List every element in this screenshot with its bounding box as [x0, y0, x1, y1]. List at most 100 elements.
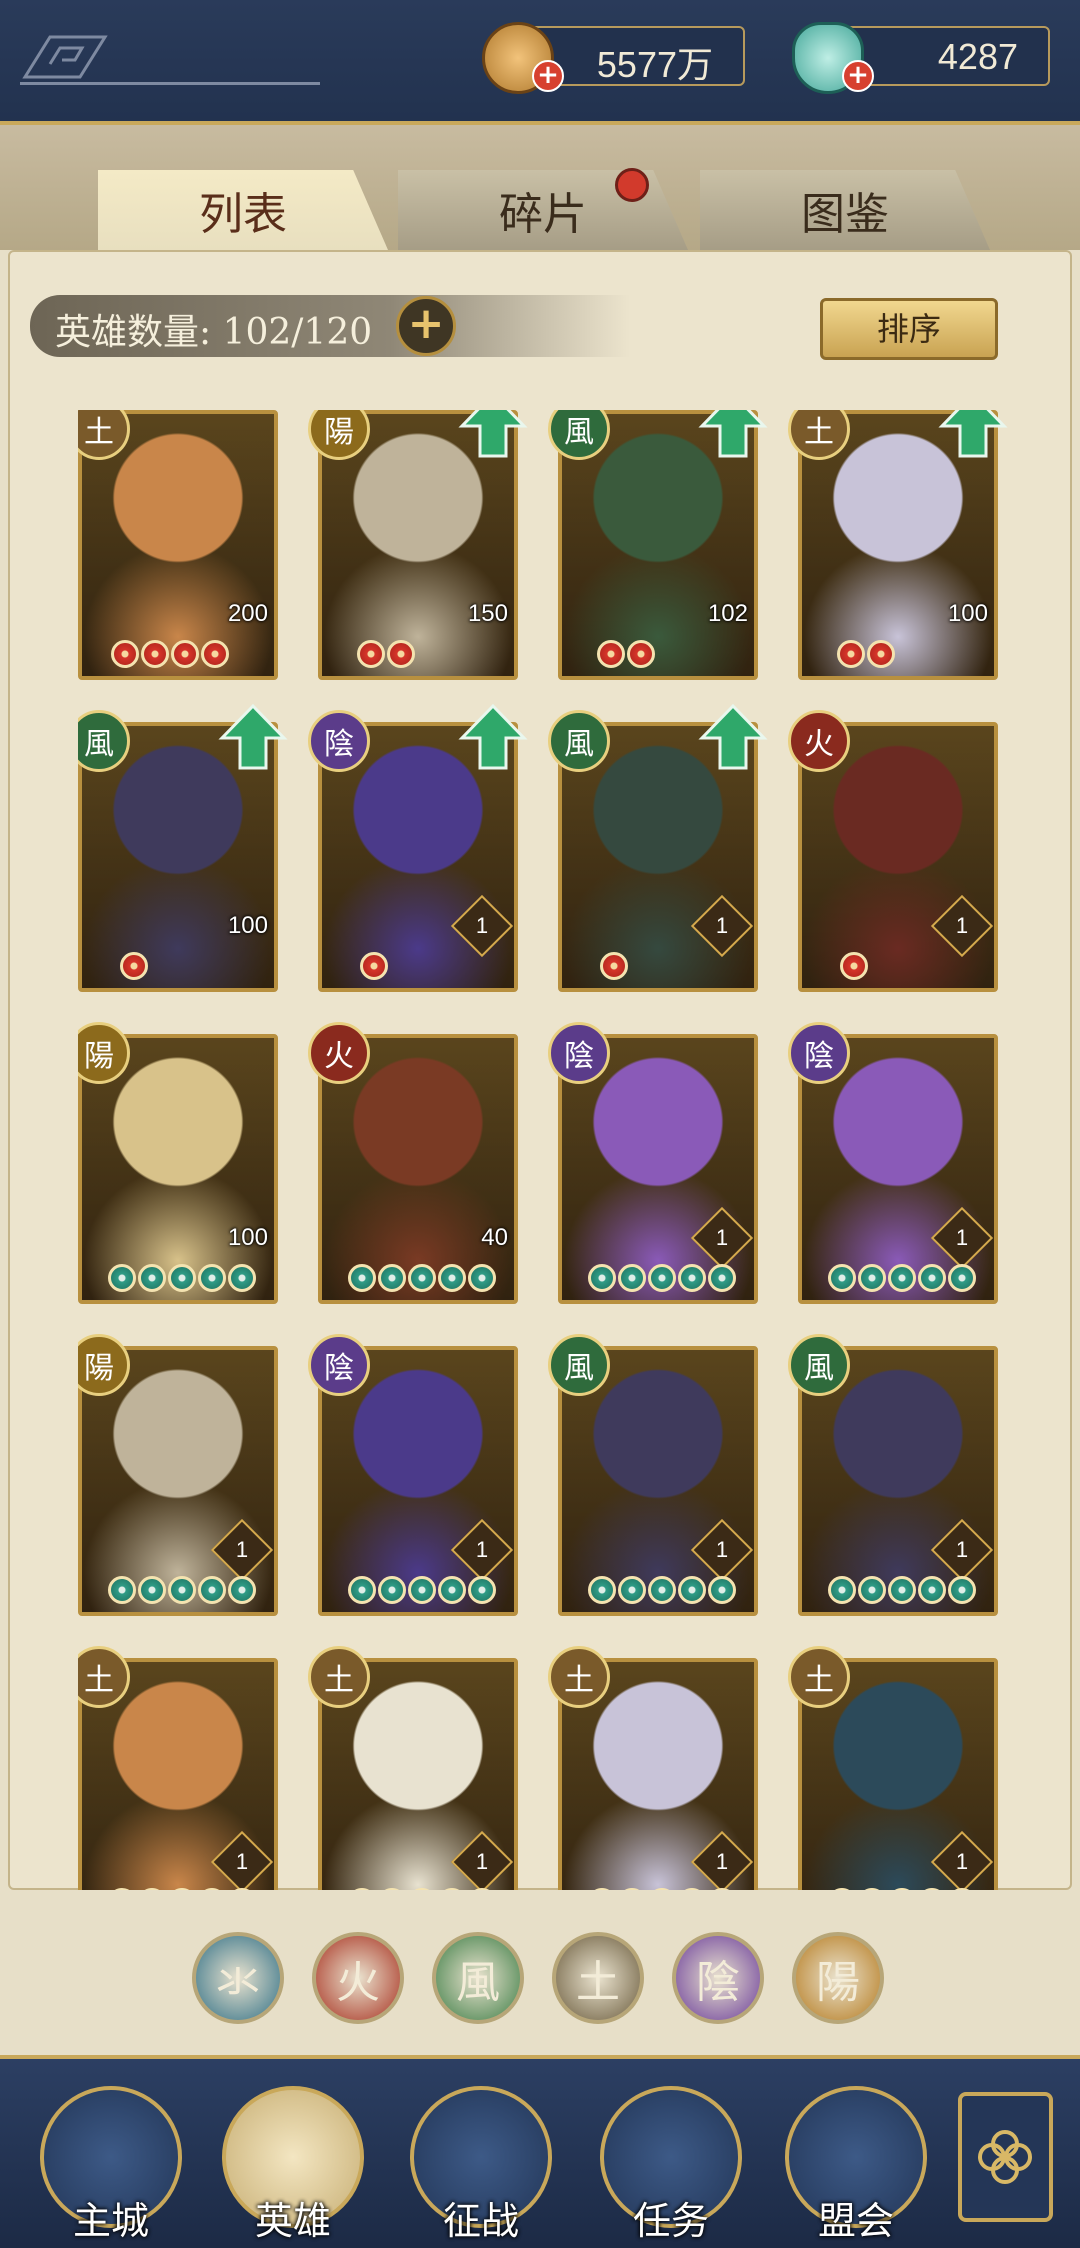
hero-stars — [588, 1264, 736, 1292]
star-icon — [168, 1576, 196, 1604]
star-icon — [171, 640, 199, 668]
notification-dot — [615, 168, 649, 202]
star-icon — [378, 1888, 406, 1890]
star-icon — [168, 1888, 196, 1890]
more-menu-button[interactable] — [958, 2092, 1053, 2222]
tab-fragments-label: 碎片 — [499, 189, 587, 240]
clover-icon — [978, 2130, 1032, 2184]
star-icon — [348, 1888, 376, 1890]
element-badge: 陰 — [548, 1022, 610, 1084]
star-icon — [438, 1576, 466, 1604]
star-icon — [948, 1576, 976, 1604]
star-icon — [138, 1888, 166, 1890]
element-filter-button[interactable]: 土 — [552, 1932, 644, 2024]
add-jade-button[interactable]: + — [842, 60, 874, 92]
hero-level: 1 — [955, 913, 969, 938]
hero-level: 200 — [227, 600, 268, 627]
hero-level: 100 — [947, 600, 988, 627]
element-badge: 風 — [788, 1334, 850, 1396]
hero-stars — [828, 1576, 976, 1604]
tab-codex[interactable]: 图鉴 — [700, 170, 990, 250]
star-icon — [678, 1888, 706, 1890]
element-filter-button[interactable]: 火 — [312, 1932, 404, 2024]
hero-level: 1 — [235, 1849, 249, 1874]
star-icon — [357, 640, 385, 668]
star-icon — [678, 1264, 706, 1292]
star-icon — [828, 1888, 856, 1890]
element-badge: 土 — [548, 1646, 610, 1708]
star-icon — [888, 1576, 916, 1604]
nav-label: 盟会 — [817, 2199, 894, 2243]
hero-count-label: 英雄数量: 102/120 — [55, 312, 373, 353]
star-icon — [468, 1576, 496, 1604]
menu-emblem-icon[interactable] — [20, 32, 110, 82]
hero-stars — [600, 952, 628, 980]
hero-level: 1 — [715, 1849, 729, 1874]
expand-capacity-button[interactable]: + — [396, 296, 456, 356]
star-icon — [840, 952, 868, 980]
hero-stars — [588, 1888, 736, 1890]
coin-counter[interactable]: + 5577万 — [482, 22, 745, 94]
tab-list[interactable]: 列表 — [98, 170, 388, 250]
star-icon — [888, 1264, 916, 1292]
star-icon — [588, 1576, 616, 1604]
star-icon — [468, 1888, 496, 1890]
sort-button[interactable]: 排序 — [820, 298, 998, 360]
element-filter-button[interactable]: 氺 — [192, 1932, 284, 2024]
element-filter-button[interactable]: 陰 — [672, 1932, 764, 2024]
upgrade-arrow-icon — [698, 410, 768, 458]
star-icon — [948, 1888, 976, 1890]
star-icon — [588, 1264, 616, 1292]
star-icon — [438, 1264, 466, 1292]
star-icon — [120, 952, 148, 980]
element-filter-button[interactable]: 風 — [432, 1932, 524, 2024]
star-icon — [858, 1888, 886, 1890]
upgrade-arrow-icon — [698, 703, 768, 770]
element-badge: 陰 — [308, 1334, 370, 1396]
hero-stars — [108, 1264, 256, 1292]
star-icon — [828, 1264, 856, 1292]
star-icon — [708, 1264, 736, 1292]
nav-label: 征战 — [442, 2199, 519, 2243]
star-icon — [408, 1264, 436, 1292]
star-icon — [618, 1576, 646, 1604]
star-icon — [378, 1576, 406, 1604]
hero-stars — [120, 952, 148, 980]
star-icon — [108, 1888, 136, 1890]
upgrade-arrow-icon — [938, 410, 1008, 458]
hero-level: 100 — [227, 1224, 268, 1251]
element-badge: 陰 — [788, 1022, 850, 1084]
hero-stars — [828, 1264, 976, 1292]
star-icon — [588, 1888, 616, 1890]
hero-stars — [111, 640, 229, 668]
add-coins-button[interactable]: + — [532, 60, 564, 92]
element-badge: 火 — [308, 1022, 370, 1084]
tab-list-label: 列表 — [199, 189, 287, 240]
star-icon — [168, 1264, 196, 1292]
star-icon — [360, 952, 388, 980]
hero-level: 1 — [715, 913, 729, 938]
hero-level: 1 — [475, 1537, 489, 1562]
element-badge: 土 — [308, 1646, 370, 1708]
star-icon — [387, 640, 415, 668]
hero-level: 1 — [715, 1225, 729, 1250]
star-icon — [597, 640, 625, 668]
star-icon — [141, 640, 169, 668]
star-icon — [111, 640, 139, 668]
hero-stars — [837, 640, 895, 668]
hero-level: 40 — [481, 1224, 508, 1251]
star-icon — [648, 1576, 676, 1604]
hero-stars — [588, 1576, 736, 1604]
star-icon — [600, 952, 628, 980]
element-filter-button[interactable]: 陽 — [792, 1932, 884, 2024]
nav-label: 主城 — [72, 2199, 149, 2243]
element-badge: 陰 — [308, 710, 370, 772]
star-icon — [108, 1576, 136, 1604]
hero-list-screen: + 5577万 + 4287 列表 碎片 图鉴 英雄数量: 102/120 + … — [0, 0, 1080, 2248]
hero-stars — [360, 952, 388, 980]
star-icon — [348, 1264, 376, 1292]
upgrade-arrow-icon — [458, 410, 528, 458]
upgrade-arrow-icon — [218, 703, 288, 770]
hero-level: 1 — [955, 1849, 969, 1874]
jade-counter[interactable]: + 4287 — [792, 22, 1050, 94]
